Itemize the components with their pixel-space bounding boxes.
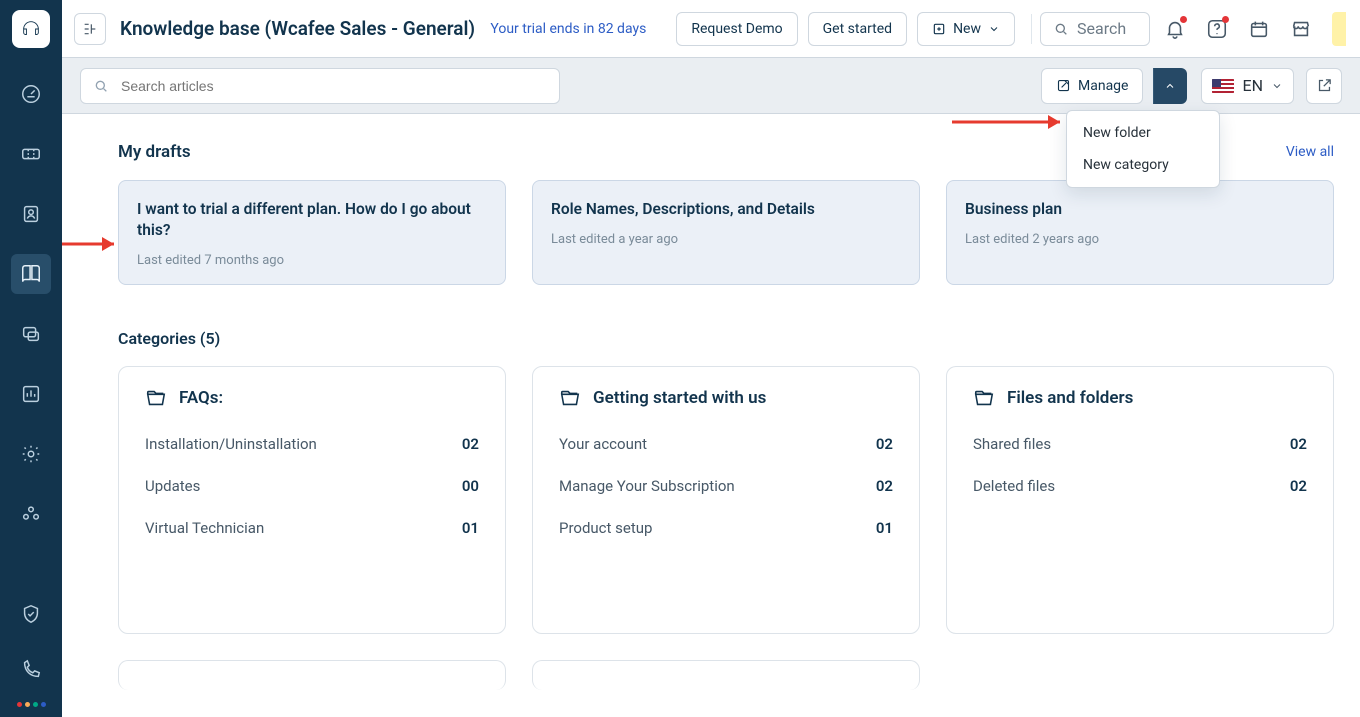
draft-card[interactable]: Business plan Last edited 2 years ago [946, 180, 1334, 285]
dropdown-new-folder[interactable]: New folder [1067, 117, 1219, 149]
sidebar [0, 0, 62, 717]
category-row[interactable]: Manage Your Subscription 02 [545, 465, 907, 507]
nav-people[interactable] [11, 494, 51, 534]
header: Knowledge base (Wcafee Sales - General) … [62, 0, 1360, 58]
tree-toggle[interactable] [74, 13, 106, 45]
category-row[interactable]: Installation/Uninstallation 02 [131, 423, 493, 465]
new-article-split: New article [1153, 68, 1187, 104]
flag-us-icon [1212, 79, 1234, 93]
toolbar: Manage New article EN [62, 58, 1360, 114]
page-title: Knowledge base (Wcafee Sales - General) [120, 17, 475, 40]
category-card: Getting started with us Your account 02 … [532, 366, 920, 634]
app-logo[interactable] [12, 10, 50, 48]
drafts-title: My drafts [118, 142, 191, 162]
trial-status[interactable]: Your trial ends in 82 days [490, 21, 646, 37]
search-label: Search [1077, 19, 1126, 38]
language-select[interactable]: EN [1201, 68, 1294, 104]
help-icon[interactable] [1200, 12, 1234, 46]
calendar-icon[interactable] [1242, 12, 1276, 46]
nav-chat[interactable] [11, 314, 51, 354]
category-row[interactable]: Virtual Technician 01 [131, 507, 493, 549]
draft-title: Role Names, Descriptions, and Details [551, 199, 901, 220]
draft-card[interactable]: I want to trial a different plan. How do… [118, 180, 506, 285]
manage-button[interactable]: Manage [1041, 68, 1143, 104]
category-card-partial[interactable] [532, 660, 920, 690]
view-all-link[interactable]: View all [1286, 144, 1334, 160]
nav-phone[interactable] [11, 650, 51, 690]
drafts-grid: I want to trial a different plan. How do… [118, 180, 1334, 285]
main-content: My drafts View all I want to trial a dif… [62, 114, 1360, 717]
divider [1031, 14, 1032, 44]
category-name: Getting started with us [593, 388, 766, 408]
category-card-partial[interactable] [118, 660, 506, 690]
categories-grid: FAQs: Installation/Uninstallation 02 Upd… [118, 366, 1334, 634]
nav-dashboard[interactable] [11, 74, 51, 114]
search-articles[interactable] [80, 68, 560, 104]
categories-title: Categories (5) [118, 329, 1334, 348]
category-name: Files and folders [1007, 388, 1133, 408]
nav-knowledge-base[interactable] [11, 254, 51, 294]
category-row[interactable]: Shared files 02 [959, 423, 1321, 465]
language-label: EN [1242, 76, 1263, 95]
nav-contacts[interactable] [11, 194, 51, 234]
draft-card[interactable]: Role Names, Descriptions, and Details La… [532, 180, 920, 285]
category-header[interactable]: Files and folders [959, 387, 1321, 423]
get-started-button[interactable]: Get started [808, 12, 907, 46]
nav-reports[interactable] [11, 374, 51, 414]
category-name: FAQs: [179, 388, 223, 408]
request-demo-button[interactable]: Request Demo [676, 12, 797, 46]
search-articles-input[interactable] [119, 77, 547, 95]
draft-subtitle: Last edited a year ago [551, 232, 901, 247]
marketplace-icon[interactable] [1284, 12, 1318, 46]
category-row[interactable]: Your account 02 [545, 423, 907, 465]
nav-settings[interactable] [11, 434, 51, 474]
help-badge [1222, 16, 1229, 23]
notif-badge [1180, 16, 1187, 23]
category-row[interactable]: Deleted files 02 [959, 465, 1321, 507]
open-external-button[interactable] [1306, 68, 1342, 104]
categories-more [118, 660, 1334, 690]
new-article-caret[interactable] [1153, 68, 1187, 104]
category-row[interactable]: Product setup 01 [545, 507, 907, 549]
global-search[interactable]: Search [1040, 12, 1150, 46]
category-card: Files and folders Shared files 02 Delete… [946, 366, 1334, 634]
category-row[interactable]: Updates 00 [131, 465, 493, 507]
sidebar-nav [11, 74, 51, 594]
draft-subtitle: Last edited 7 months ago [137, 253, 487, 268]
nav-tickets[interactable] [11, 134, 51, 174]
dropdown-new-category[interactable]: New category [1067, 149, 1219, 181]
nav-help[interactable] [11, 594, 51, 634]
category-header[interactable]: Getting started with us [545, 387, 907, 423]
new-button[interactable]: New [917, 12, 1015, 46]
notifications-icon[interactable] [1158, 12, 1192, 46]
status-dots [17, 694, 46, 711]
sidebar-bottom [11, 594, 51, 717]
category-card: FAQs: Installation/Uninstallation 02 Upd… [118, 366, 506, 634]
draft-title: I want to trial a different plan. How do… [137, 199, 487, 241]
header-icons [1158, 12, 1346, 46]
category-header[interactable]: FAQs: [131, 387, 493, 423]
avatar-partial[interactable] [1332, 12, 1346, 46]
draft-title: Business plan [965, 199, 1315, 220]
draft-subtitle: Last edited 2 years ago [965, 232, 1315, 247]
new-article-dropdown: New folder New category [1066, 110, 1220, 188]
